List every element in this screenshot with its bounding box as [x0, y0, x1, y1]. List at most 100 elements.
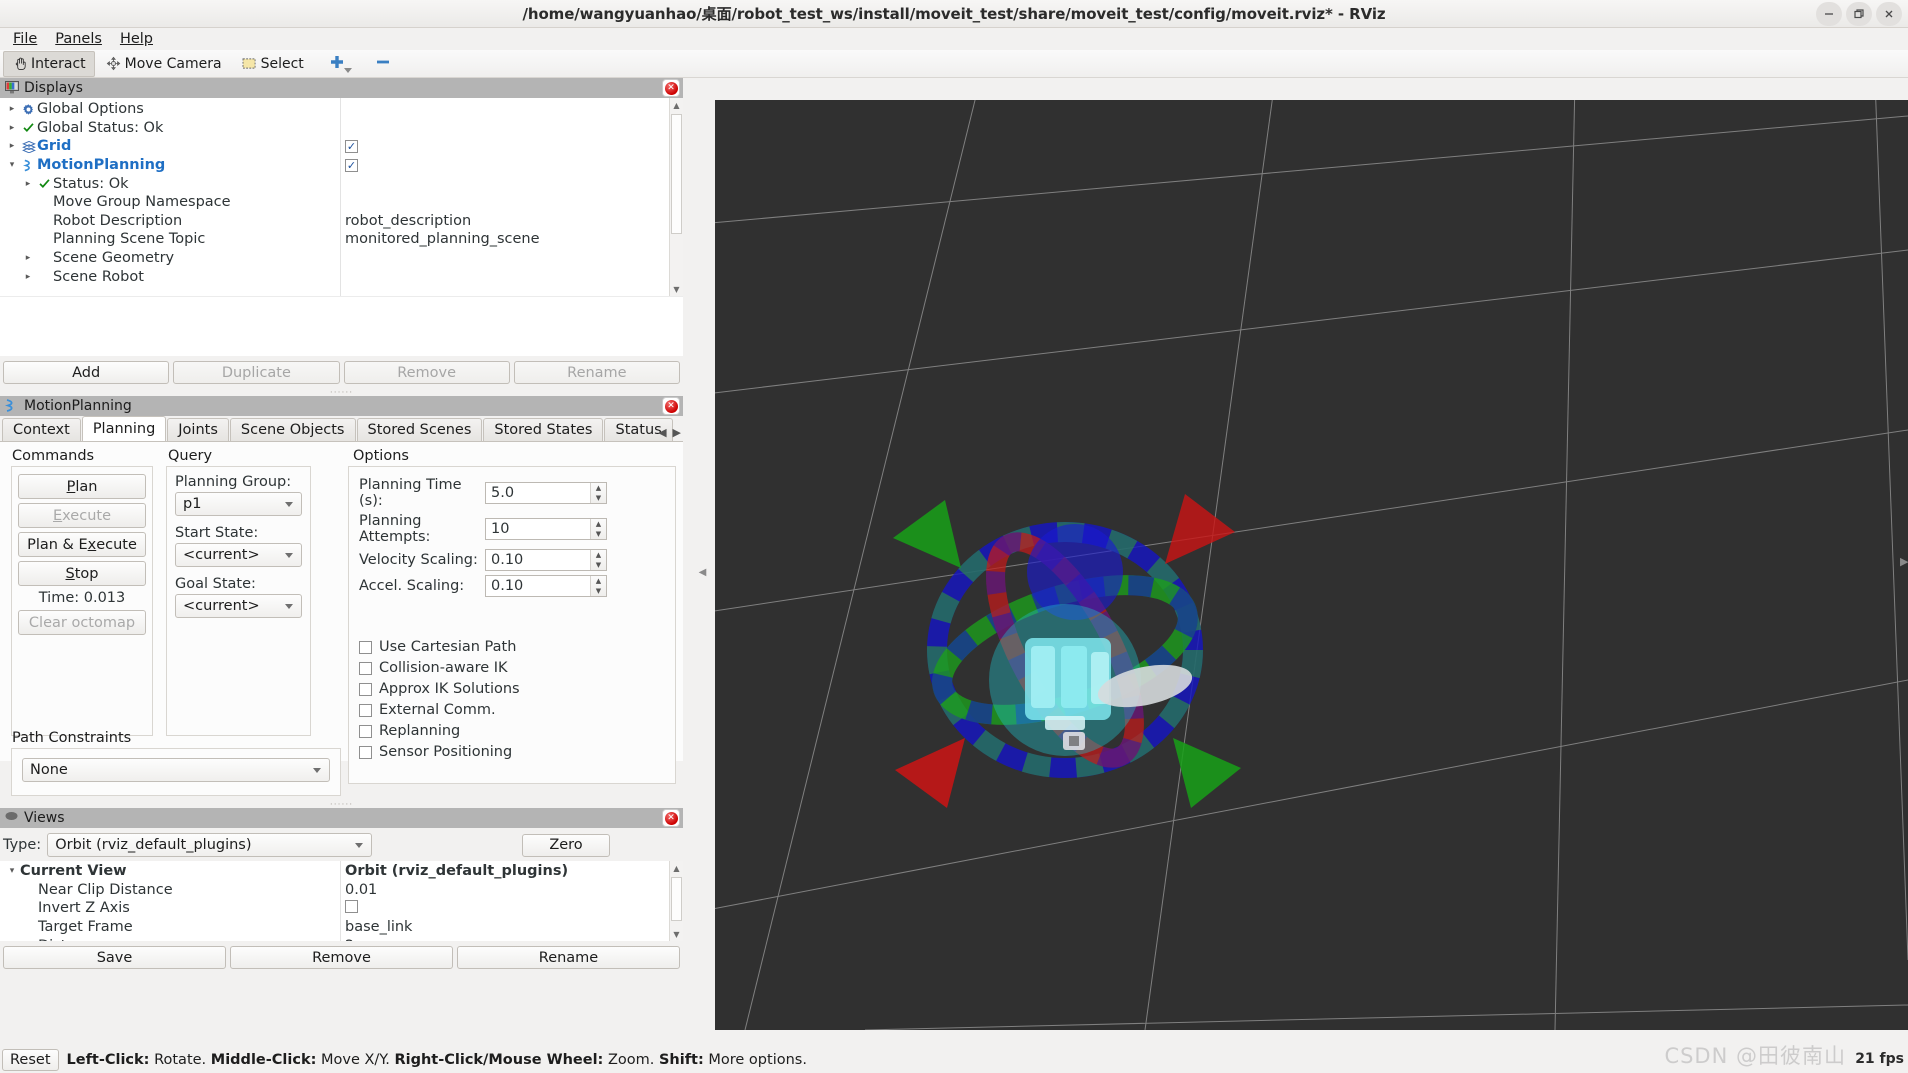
displays-row-move-group-namespace[interactable]: Move Group Namespace — [0, 193, 683, 212]
remove-view-button[interactable]: Remove — [230, 946, 453, 969]
tab-stored-states[interactable]: Stored States — [483, 418, 604, 441]
scroll-up-icon[interactable]: ▲ — [670, 861, 683, 875]
clear-octomap-button[interactable]: Clear octomap — [18, 610, 146, 635]
tab-context[interactable]: Context — [2, 418, 81, 441]
views-row-distance[interactable]: Distance 2 — [0, 936, 683, 941]
displays-row-motionplanning[interactable]: ▾ MotionPlanning ✓ — [0, 156, 683, 175]
spinner-arrows[interactable]: ▲ ▼ — [590, 519, 606, 539]
displays-row-global-options[interactable]: ▸ Global Options — [0, 100, 683, 119]
displays-scroll-thumb[interactable] — [671, 114, 682, 234]
views-panel-close-button[interactable]: ✕ — [662, 809, 680, 827]
views-row-target-frame[interactable]: Target Frame base_link — [0, 918, 683, 937]
tree-expander-icon[interactable]: ▸ — [20, 272, 36, 282]
spin-up-icon[interactable]: ▲ — [591, 576, 606, 586]
views-row-checkbox[interactable] — [345, 899, 358, 917]
tree-expander-icon[interactable]: ▸ — [20, 179, 36, 189]
spin-down-icon[interactable]: ▼ — [591, 493, 606, 503]
displays-scrollbar[interactable]: ▲ ▼ — [669, 98, 683, 296]
views-scroll-thumb[interactable] — [671, 877, 682, 921]
displays-row-checkbox[interactable]: ✓ — [345, 157, 358, 173]
tree-expander-icon[interactable]: ▸ — [4, 141, 20, 151]
displays-row-planning-scene-topic[interactable]: Planning Scene Topic monitored_planning_s… — [0, 230, 683, 249]
planning-group-combo[interactable]: p1 — [175, 492, 302, 516]
tree-expander-icon[interactable]: ▸ — [4, 104, 20, 114]
checkbox-external-comm[interactable]: External Comm. — [359, 702, 665, 718]
displays-row-grid[interactable]: ▸ Grid ✓ — [0, 137, 683, 156]
tree-expander-icon[interactable]: ▾ — [4, 866, 20, 876]
displays-panel-close-button[interactable]: ✕ — [662, 79, 680, 97]
option-spinbox[interactable]: 10 ▲ ▼ — [485, 518, 607, 540]
checkbox-sensor-positioning[interactable]: Sensor Positioning — [359, 744, 665, 760]
scroll-down-icon[interactable]: ▼ — [670, 927, 683, 941]
remove-display-button[interactable]: Remove — [343, 361, 510, 384]
execute-button[interactable]: Execute — [18, 503, 146, 528]
menu-file[interactable]: File — [4, 29, 46, 49]
reset-button[interactable]: Reset — [2, 1048, 59, 1071]
menu-help[interactable]: Help — [111, 29, 162, 49]
tree-expander-icon[interactable]: ▸ — [4, 123, 20, 133]
stop-button[interactable]: Stop — [18, 561, 146, 586]
motionplanning-panel-close-button[interactable]: ✕ — [662, 397, 680, 415]
checkbox-box[interactable] — [359, 682, 372, 696]
displays-row-global-status-ok[interactable]: ▸ Global Status: Ok — [0, 119, 683, 138]
displays-tree[interactable]: ▸ Global Options ▸ Global Status: Ok ▸ Grid ✓ ▾… — [0, 98, 683, 296]
start-state-combo[interactable]: <current> — [175, 543, 302, 567]
render-viewport[interactable] — [715, 100, 1908, 1030]
tab-scroll-right-icon[interactable]: ▶ — [673, 426, 681, 439]
displays-row-scene-robot[interactable]: ▸ Scene Robot — [0, 267, 683, 286]
option-spinbox[interactable]: 0.10 ▲ ▼ — [485, 549, 607, 571]
zero-button[interactable]: Zero — [522, 833, 610, 857]
checkbox-collision-aware-ik[interactable]: Collision-aware IK — [359, 660, 665, 676]
tab-scroll-arrows[interactable]: ◀ ▶ — [658, 426, 681, 439]
option-spinbox[interactable]: 0.10 ▲ ▼ — [485, 575, 607, 597]
tree-expander-icon[interactable]: ▸ — [20, 253, 36, 263]
spin-down-icon[interactable]: ▼ — [591, 586, 606, 596]
views-tree[interactable]: ▾ Current View Orbit (rviz_default_plugins… — [0, 861, 683, 941]
tab-planning[interactable]: Planning — [81, 416, 167, 441]
views-scrollbar[interactable]: ▲ ▼ — [669, 861, 683, 941]
minimize-button[interactable] — [1816, 2, 1842, 26]
rename-display-button[interactable]: Rename — [513, 361, 680, 384]
viewport-right-splitter-handle[interactable]: ▶ — [1900, 555, 1908, 568]
path-constraints-combo[interactable]: None — [22, 758, 330, 782]
checkbox-box[interactable] — [359, 724, 372, 738]
scroll-up-icon[interactable]: ▲ — [670, 98, 683, 112]
tab-scene-objects[interactable]: Scene Objects — [229, 418, 356, 441]
checkbox-box[interactable] — [359, 640, 372, 654]
viewport-left-splitter-handle[interactable]: ◀ — [698, 555, 707, 589]
tree-expander-icon[interactable]: ▾ — [4, 160, 20, 170]
checkbox-replanning[interactable]: Replanning — [359, 723, 665, 739]
checkbox-use-cartesian-path[interactable]: Use Cartesian Path — [359, 639, 665, 655]
checkbox-approx-ik-solutions[interactable]: Approx IK Solutions — [359, 681, 665, 697]
checkbox-box[interactable] — [359, 745, 372, 759]
displays-splitter[interactable]: ······ — [0, 388, 683, 398]
spinner-arrows[interactable]: ▲ ▼ — [590, 550, 606, 570]
checkbox-box[interactable] — [359, 661, 372, 675]
close-button[interactable] — [1876, 2, 1902, 26]
tab-scroll-left-icon[interactable]: ◀ — [658, 426, 666, 439]
remove-tool-button[interactable] — [361, 53, 405, 75]
maximize-button[interactable] — [1846, 2, 1872, 26]
views-row-current-view[interactable]: ▾ Current View Orbit (rviz_default_plugins… — [0, 862, 683, 881]
spin-up-icon[interactable]: ▲ — [591, 519, 606, 529]
option-spinbox[interactable]: 5.0 ▲ ▼ — [485, 482, 607, 504]
tab-stored-scenes[interactable]: Stored Scenes — [356, 418, 483, 441]
plan-execute-button[interactable]: Plan & Ex ecute — [18, 532, 146, 557]
views-row-near-clip-distance[interactable]: Near Clip Distance 0.01 — [0, 881, 683, 900]
views-row-invert-z-axis[interactable]: Invert Z Axis — [0, 899, 683, 918]
tool-move-camera[interactable]: Move Camera — [97, 51, 231, 77]
toolbar-overflow-icon[interactable] — [344, 68, 352, 73]
displays-row-status-ok[interactable]: ▸ Status: Ok — [0, 174, 683, 193]
duplicate-display-button[interactable]: Duplicate — [173, 361, 340, 384]
scroll-down-icon[interactable]: ▼ — [670, 282, 683, 296]
checkbox-box[interactable] — [359, 703, 372, 717]
plan-button[interactable]: Plan — [18, 474, 146, 499]
add-display-button[interactable]: Add — [3, 361, 170, 384]
spin-up-icon[interactable]: ▲ — [591, 483, 606, 493]
displays-row-robot-description[interactable]: Robot Description robot_description — [0, 212, 683, 231]
spin-up-icon[interactable]: ▲ — [591, 550, 606, 560]
displays-row-checkbox[interactable]: ✓ — [345, 138, 358, 154]
views-type-combo[interactable]: Orbit (rviz_default_plugins) — [47, 833, 373, 857]
spinner-arrows[interactable]: ▲ ▼ — [590, 483, 606, 503]
tool-interact[interactable]: Interact — [3, 50, 95, 77]
